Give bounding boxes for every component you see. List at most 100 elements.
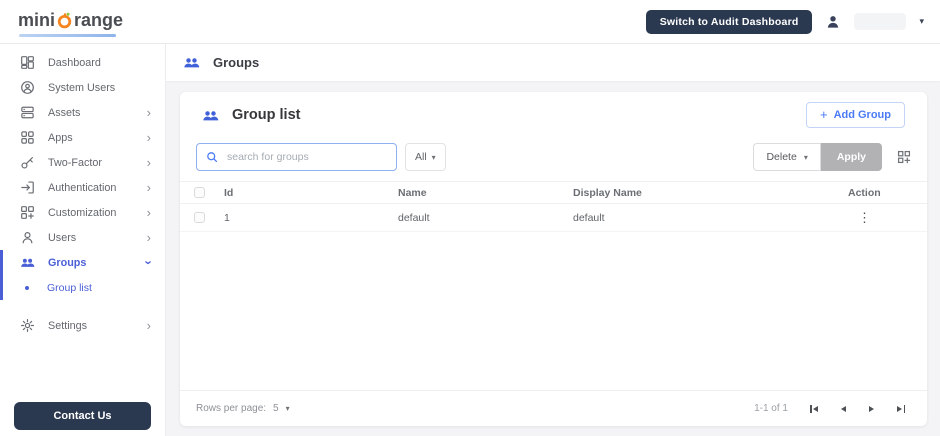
sidebar-item-label: Customization	[48, 206, 117, 219]
chevron-right-icon: ›	[146, 130, 151, 145]
two-factor-icon	[20, 155, 35, 170]
username-redacted	[854, 13, 907, 30]
chevron-right-icon: ›	[146, 205, 151, 220]
table-empty-space	[180, 232, 927, 390]
table-body: 1 default default ⋮	[180, 204, 927, 232]
column-header-name: Name	[398, 186, 427, 199]
filter-all-dropdown[interactable]: All ▾	[405, 143, 446, 171]
chevron-down-icon: ›	[141, 260, 157, 265]
sidebar-item-authentication[interactable]: Authentication ›	[0, 175, 165, 200]
sidebar-item-label: Assets	[48, 106, 81, 119]
sidebar-item-label: Group list	[47, 281, 92, 294]
sidebar-item-settings[interactable]: Settings ›	[0, 313, 165, 338]
chevron-right-icon: ›	[146, 230, 151, 245]
groups-icon	[202, 107, 219, 124]
cell-display-name: default	[573, 211, 605, 224]
column-header-action: Action	[848, 186, 881, 199]
group-search-box	[196, 143, 397, 171]
main-content: Groups Group list + Add Group search for…	[166, 44, 940, 436]
column-header-id: Id	[224, 186, 234, 199]
delete-label: Delete	[766, 151, 797, 163]
topbar: mini range Switch to Audit Dashboard ▾	[0, 0, 940, 44]
sidebar-item-users[interactable]: Users ›	[0, 225, 165, 250]
system-users-icon	[20, 80, 35, 95]
column-settings-icon[interactable]	[897, 150, 911, 164]
sidebar-item-label: Settings	[48, 319, 88, 332]
page-title: Groups	[213, 55, 260, 70]
logo-text-range: range	[74, 9, 124, 30]
caret-down-icon[interactable]: ▾	[286, 404, 290, 413]
chevron-right-icon: ›	[146, 105, 151, 120]
user-menu-caret-icon[interactable]: ▾	[919, 16, 924, 27]
rows-per-page-label: Rows per page:	[196, 403, 267, 414]
sidebar: Dashboard System Users Assets › Apps › Two-Fac…	[0, 44, 166, 436]
table-toolbar: All ▾ Delete ▾ Apply	[180, 137, 927, 181]
select-all-checkbox[interactable]	[194, 187, 205, 198]
sidebar-item-label: Two-Factor	[48, 156, 102, 169]
chevron-right-icon: ›	[146, 180, 151, 195]
settings-icon	[20, 318, 35, 333]
sidebar-item-two-factor[interactable]: Two-Factor ›	[0, 150, 165, 175]
filter-all-label: All	[415, 151, 427, 163]
contact-us-button[interactable]: Contact Us	[14, 402, 151, 430]
cell-name: default	[398, 211, 430, 224]
sidebar-item-assets[interactable]: Assets ›	[0, 100, 165, 125]
pagination-range-label: 1-1 of 1	[754, 403, 788, 414]
search-icon	[207, 152, 218, 163]
caret-down-icon: ▾	[431, 152, 436, 162]
sidebar-item-label: Users	[48, 231, 77, 244]
caret-down-icon: ▾	[803, 152, 808, 162]
chevron-right-icon: ›	[146, 155, 151, 170]
sidebar-item-dashboard[interactable]: Dashboard	[0, 50, 165, 75]
sidebar-nav: Dashboard System Users Assets › Apps › Two-Fac…	[0, 44, 165, 338]
authentication-icon	[20, 180, 35, 195]
users-icon	[20, 230, 35, 245]
sidebar-item-label: Authentication	[48, 181, 117, 194]
apply-button[interactable]: Apply	[820, 143, 882, 171]
sidebar-item-system-users[interactable]: System Users	[0, 75, 165, 100]
groups-icon	[183, 54, 200, 71]
sidebar-item-group-list[interactable]: Group list	[0, 275, 165, 300]
first-page-button[interactable]	[810, 404, 818, 413]
table-row: 1 default default ⋮	[180, 204, 927, 232]
rows-per-page-value[interactable]: 5	[273, 403, 279, 414]
customization-icon	[20, 205, 35, 220]
group-list-card: Group list + Add Group All ▾	[180, 92, 927, 426]
logo-text-mini: mini	[18, 9, 56, 30]
user-avatar-icon[interactable]	[825, 14, 841, 30]
sidebar-item-label: Apps	[48, 131, 73, 144]
last-page-button[interactable]	[897, 404, 905, 413]
sidebar-item-label: Dashboard	[48, 56, 101, 69]
add-group-label: Add Group	[833, 109, 891, 121]
row-checkbox[interactable]	[194, 212, 205, 223]
card-header: Group list + Add Group	[180, 92, 927, 137]
dashboard-icon	[20, 55, 35, 70]
search-input[interactable]	[227, 151, 387, 163]
table-header-row: Id Name Display Name Action	[180, 181, 927, 204]
bullet-dot-icon	[25, 285, 29, 290]
miniorange-logo[interactable]: mini range	[18, 9, 124, 37]
row-actions-kebab-icon[interactable]: ⋮	[858, 210, 871, 226]
assets-icon	[20, 105, 35, 120]
column-header-display-name: Display Name	[573, 186, 642, 199]
table-footer: Rows per page: 5 ▾ 1-1 of 1	[180, 390, 927, 426]
apps-icon	[20, 130, 35, 145]
groups-icon	[20, 255, 35, 270]
page-header: Groups	[166, 44, 940, 81]
logo-underline	[19, 34, 116, 37]
sidebar-item-groups[interactable]: Groups ›	[0, 250, 165, 275]
sidebar-item-label: System Users	[48, 81, 116, 94]
delete-dropdown[interactable]: Delete ▾	[753, 143, 821, 171]
sidebar-item-label: Groups	[48, 256, 87, 269]
add-group-button[interactable]: + Add Group	[805, 102, 905, 128]
switch-audit-dashboard-button[interactable]: Switch to Audit Dashboard	[645, 9, 813, 34]
sidebar-item-apps[interactable]: Apps ›	[0, 125, 165, 150]
next-page-button[interactable]	[869, 405, 874, 412]
sidebar-item-customization[interactable]: Customization ›	[0, 200, 165, 225]
cell-id: 1	[224, 211, 230, 224]
orange-ring-icon	[56, 12, 73, 29]
previous-page-button[interactable]	[841, 405, 846, 412]
pagination-controls	[810, 404, 905, 413]
plus-icon: +	[819, 107, 828, 122]
card-title: Group list	[232, 107, 301, 123]
